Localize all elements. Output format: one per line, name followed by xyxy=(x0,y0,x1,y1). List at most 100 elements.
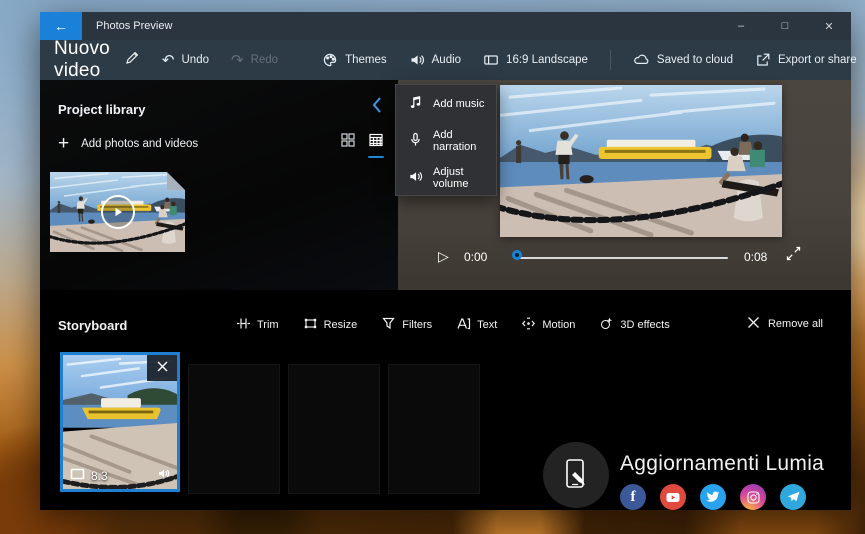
filters-label: Filters xyxy=(402,319,432,331)
undo-button[interactable]: ↶ Undo xyxy=(162,53,209,68)
remove-all-button[interactable]: Remove all xyxy=(747,316,823,332)
fullscreen-icon xyxy=(786,248,801,265)
total-time: 0:08 xyxy=(744,250,767,264)
project-library-panel: Project library + Add photos and videos xyxy=(40,80,398,290)
remove-all-label: Remove all xyxy=(768,318,823,330)
seek-thumb[interactable] xyxy=(512,250,522,260)
cloud-icon xyxy=(633,52,650,68)
view-toggle-group xyxy=(340,132,384,158)
landscape-ratio-icon xyxy=(483,52,499,68)
telegram-icon xyxy=(780,484,806,510)
storyboard-empty-slot xyxy=(388,364,480,494)
remove-x-icon xyxy=(747,316,760,332)
resize-button[interactable]: Resize xyxy=(303,316,358,334)
export-share-icon xyxy=(755,52,771,68)
minimize-button[interactable]: – xyxy=(719,12,763,40)
filters-icon xyxy=(381,316,396,334)
audio-button[interactable]: Audio xyxy=(409,52,461,68)
text-label: Text xyxy=(477,319,497,331)
instagram-icon xyxy=(740,484,766,510)
play-overlay-icon xyxy=(101,195,135,229)
play-icon: ▷ xyxy=(438,248,449,264)
filters-button[interactable]: Filters xyxy=(381,316,432,334)
grid-view-button[interactable] xyxy=(340,132,356,153)
motion-icon xyxy=(521,316,536,334)
close-button[interactable]: ✕ xyxy=(807,12,851,40)
grid-view-icon xyxy=(340,132,356,153)
minimize-icon: – xyxy=(738,20,744,32)
twitter-icon xyxy=(700,484,726,510)
volume-icon xyxy=(408,169,423,187)
detail-view-button[interactable] xyxy=(368,132,384,158)
saved-to-cloud-label: Saved to cloud xyxy=(657,54,733,66)
effects-3d-button[interactable]: 3D effects xyxy=(599,316,669,334)
watermark-logo xyxy=(543,442,609,508)
selected-view-underline xyxy=(368,156,384,158)
close-icon xyxy=(157,359,168,377)
storyboard-section: Storyboard Trim Resize xyxy=(40,290,851,510)
text-button[interactable]: Text xyxy=(456,316,497,334)
close-icon: ✕ xyxy=(824,20,833,33)
video-preview-frame[interactable] xyxy=(500,85,782,237)
aspect-ratio-button[interactable]: 16:9 Landscape xyxy=(483,52,588,68)
add-music-label: Add music xyxy=(433,98,484,110)
music-note-icon xyxy=(408,95,423,113)
themes-label: Themes xyxy=(345,54,387,66)
trim-button[interactable]: Trim xyxy=(236,316,279,334)
redo-label: Redo xyxy=(251,54,279,66)
trim-label: Trim xyxy=(257,319,279,331)
clip-volume-icon[interactable] xyxy=(157,467,170,485)
facebook-icon: f xyxy=(620,484,646,510)
menu-item-adjust-volume[interactable]: Adjust volume xyxy=(396,159,496,196)
app-title: Photos Preview xyxy=(96,20,172,32)
motion-button[interactable]: Motion xyxy=(521,316,575,334)
remove-clip-button[interactable] xyxy=(147,355,177,381)
library-video-thumbnail[interactable] xyxy=(50,172,185,252)
play-button[interactable]: ▷ xyxy=(438,248,449,265)
window-controls: – □ ✕ xyxy=(719,12,851,40)
microphone-icon xyxy=(408,132,423,150)
back-button[interactable]: ← xyxy=(40,12,82,40)
watermark-name: Aggiornamenti Lumia xyxy=(620,452,824,476)
clip-info-bar: 8.3 xyxy=(63,467,177,485)
export-share-button[interactable]: Export or share xyxy=(755,52,857,68)
menu-item-add-narration[interactable]: Add narration xyxy=(396,122,496,159)
seek-bar[interactable] xyxy=(514,257,728,259)
effects-3d-icon xyxy=(599,316,614,334)
menu-item-add-music[interactable]: Add music xyxy=(396,85,496,122)
collapse-panel-button[interactable] xyxy=(370,96,384,119)
plus-icon: + xyxy=(58,134,69,153)
fullscreen-button[interactable] xyxy=(786,246,801,266)
phone-hand-icon xyxy=(561,458,591,492)
audio-speaker-icon xyxy=(409,52,425,68)
maximize-button[interactable]: □ xyxy=(763,12,807,40)
effects-3d-label: 3D effects xyxy=(620,319,669,331)
add-photos-button[interactable]: + Add photos and videos xyxy=(58,134,198,153)
saved-to-cloud-button[interactable]: Saved to cloud xyxy=(633,52,733,68)
desktop-wallpaper: ← Photos Preview – □ ✕ Nuovo video ↶ Und… xyxy=(0,0,865,534)
resize-icon xyxy=(303,316,318,334)
toolbar-divider xyxy=(610,50,611,70)
rename-pencil-icon[interactable] xyxy=(124,50,140,71)
storyboard-title: Storyboard xyxy=(58,318,127,333)
themes-button[interactable]: Themes xyxy=(322,52,387,68)
redo-button[interactable]: ↷ Redo xyxy=(231,53,278,68)
clip-duration: 8.3 xyxy=(91,469,108,483)
themes-palette-icon xyxy=(322,52,338,68)
motion-label: Motion xyxy=(542,319,575,331)
toolbar: Nuovo video ↶ Undo ↷ Redo Themes xyxy=(40,40,851,80)
adjust-volume-label: Adjust volume xyxy=(433,166,496,190)
detail-view-icon xyxy=(368,132,384,153)
maximize-icon: □ xyxy=(782,20,789,32)
audio-label: Audio xyxy=(432,54,461,66)
add-photos-label: Add photos and videos xyxy=(81,138,198,150)
aspect-ratio-label: 16:9 Landscape xyxy=(506,54,588,66)
watermark-socials: f xyxy=(620,484,806,510)
storyboard-empty-slot xyxy=(188,364,280,494)
project-title[interactable]: Nuovo video xyxy=(54,38,110,82)
add-narration-label: Add narration xyxy=(433,129,496,153)
back-arrow-icon: ← xyxy=(54,18,68,34)
trim-icon xyxy=(236,316,251,334)
undo-label: Undo xyxy=(182,54,210,66)
storyboard-clip[interactable]: 8.3 xyxy=(60,352,180,492)
